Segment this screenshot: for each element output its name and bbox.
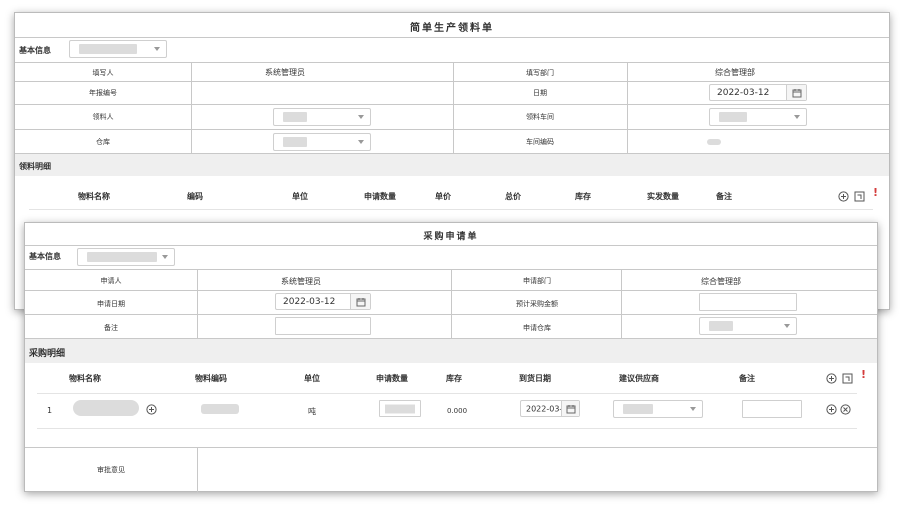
close-circle-icon[interactable] (840, 404, 851, 415)
date-picker[interactable]: 2022-03-12 (709, 84, 807, 101)
chevron-down-icon (358, 140, 364, 144)
apply-warehouse-select[interactable] (699, 317, 797, 335)
requisition-detail-label: 领料明细 (19, 162, 51, 171)
col-stock: 库存 (575, 192, 591, 201)
purchase-title: 采购申请单 (423, 232, 479, 242)
year-code-label: 年报编号 (89, 89, 117, 97)
arrival-date-value: 2022-03- (526, 404, 563, 413)
estimated-amount-label: 预计采购金额 (516, 300, 558, 308)
purchase-form: 采购申请单 基本信息 申请人 系统管理员 申请部门 综合管理部 申请日期 202… (24, 222, 878, 493)
select-box-icon[interactable] (842, 373, 853, 384)
plus-circle-icon[interactable] (826, 373, 837, 384)
purchase-detail-section: 采购明细 (25, 339, 877, 363)
workshop-code-label: 车间编码 (526, 138, 554, 146)
divider (15, 37, 889, 38)
requisition-detail-section: 领料明细 (15, 154, 889, 176)
row-remark-input[interactable] (742, 400, 802, 418)
col-unit: 单位 (292, 192, 308, 201)
chevron-down-icon (784, 324, 790, 328)
col-material-code: 物料编码 (195, 374, 227, 383)
calendar-icon[interactable] (561, 401, 579, 416)
apply-date-label: 申请日期 (97, 300, 125, 308)
col-apply-qty: 申请数量 (376, 374, 408, 383)
select-box-icon[interactable] (854, 191, 865, 202)
basic-info-select[interactable] (69, 40, 167, 58)
material-code-value (201, 404, 239, 414)
filler-value: 系统管理员 (265, 68, 305, 77)
material-name-field[interactable] (73, 400, 139, 416)
col-remark: 备注 (716, 192, 732, 201)
row-index: 1 (47, 406, 53, 415)
plus-circle-icon[interactable] (146, 404, 157, 415)
workshop-label: 领料车间 (526, 113, 554, 121)
calendar-icon[interactable] (786, 85, 806, 100)
col-stock: 库存 (446, 374, 462, 383)
apply-qty-input[interactable] (379, 400, 421, 417)
col-total-price: 总价 (505, 192, 521, 201)
col-material-name: 物料名称 (69, 374, 101, 383)
stock-value: 0.000 (446, 407, 468, 415)
apply-dept-value: 综合管理部 (701, 277, 741, 286)
arrival-date-picker[interactable]: 2022-03- (520, 400, 580, 417)
apply-date-picker[interactable]: 2022-03-12 (275, 293, 371, 310)
applicant-value: 系统管理员 (281, 277, 321, 286)
filler-label: 填写人 (92, 69, 114, 77)
warehouse-select[interactable] (273, 133, 371, 151)
applicant-label: 申请人 (100, 277, 122, 285)
basic-info-label: 基本信息 (19, 46, 51, 55)
fill-dept-label: 填写部门 (526, 69, 554, 77)
col-unit: 单位 (304, 374, 320, 383)
required-mark: ! (873, 186, 879, 199)
requisition-title: 简单生产领料单 (410, 23, 494, 34)
col-material-name: 物料名称 (78, 192, 110, 201)
purchase-detail-label: 采购明细 (29, 349, 66, 359)
purchase-basic-info-label: 基本信息 (29, 252, 61, 261)
col-supplier: 建议供应商 (619, 374, 659, 383)
picker-label: 领料人 (92, 113, 114, 121)
chevron-down-icon (794, 115, 800, 119)
apply-warehouse-label: 申请仓库 (523, 324, 551, 332)
fill-dept-value: 综合管理部 (715, 68, 755, 77)
apply-date-value: 2022-03-12 (283, 296, 336, 307)
warehouse-label: 仓库 (96, 138, 110, 146)
col-unit-price: 单价 (435, 192, 451, 201)
estimated-amount-input[interactable] (699, 293, 797, 311)
date-value: 2022-03-12 (717, 87, 770, 98)
supplier-select[interactable] (613, 400, 703, 418)
apply-dept-label: 申请部门 (523, 277, 551, 285)
chevron-down-icon (690, 407, 696, 411)
chevron-down-icon (358, 115, 364, 119)
remark-label: 备注 (104, 324, 118, 332)
col-remark: 备注 (739, 374, 755, 383)
chevron-down-icon (162, 255, 168, 259)
col-arrival-date: 到货日期 (519, 374, 551, 383)
date-label: 日期 (533, 89, 547, 97)
col-code: 编码 (187, 192, 203, 201)
required-mark: ! (861, 368, 867, 381)
unit-value: 吨 (308, 407, 316, 416)
col-actual-qty: 实发数量 (647, 192, 679, 201)
workshop-select[interactable] (709, 108, 807, 126)
picker-select[interactable] (273, 108, 371, 126)
approval-label: 审批意见 (97, 466, 125, 474)
calendar-icon[interactable] (350, 294, 370, 309)
chevron-down-icon (154, 47, 160, 51)
col-apply-qty: 申请数量 (364, 192, 396, 201)
purchase-basic-info-select[interactable] (77, 248, 175, 266)
plus-circle-icon[interactable] (838, 191, 849, 202)
remark-input[interactable] (275, 317, 371, 335)
plus-circle-icon[interactable] (826, 404, 837, 415)
